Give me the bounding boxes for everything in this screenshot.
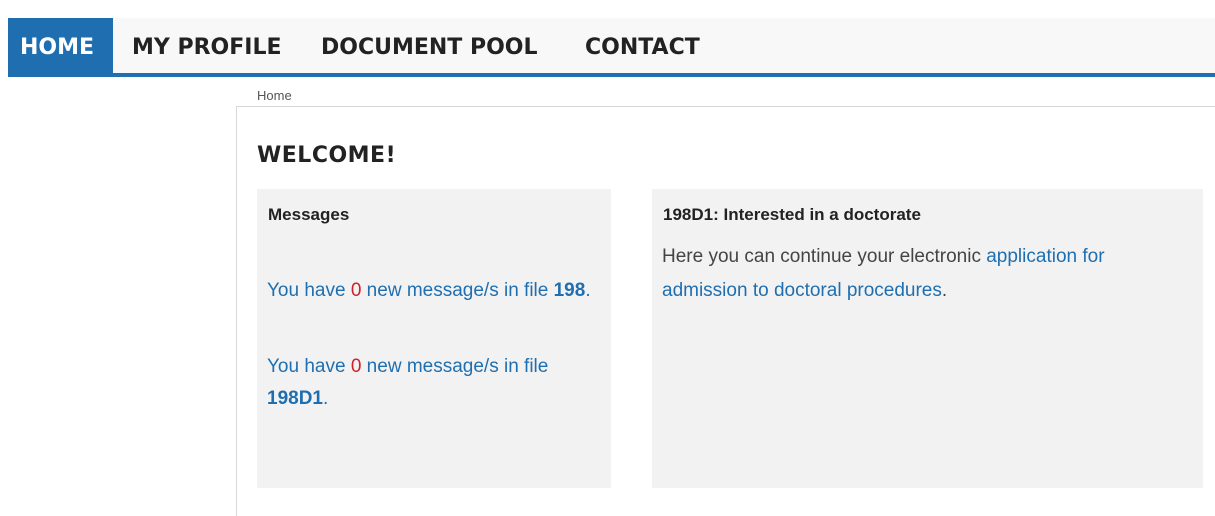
- message-line: You have 0 new message/s in file 198.: [267, 275, 597, 307]
- nav-contact[interactable]: CONTACT: [585, 18, 700, 73]
- file-link-198[interactable]: 198: [554, 280, 586, 301]
- message-count: 0: [350, 280, 362, 301]
- message-middle: new message/s in file: [361, 356, 549, 377]
- message-suffix: .: [585, 280, 591, 301]
- nav-home[interactable]: HOME: [8, 18, 113, 73]
- message-count: 0: [350, 356, 362, 377]
- nav-underline: [8, 73, 1215, 77]
- nav-my-profile[interactable]: MY PROFILE: [132, 18, 282, 73]
- doctorate-panel: 198D1: Interested in a doctorate Here yo…: [652, 189, 1203, 488]
- message-suffix: .: [323, 388, 329, 409]
- doctorate-title: 198D1: Interested in a doctorate: [663, 205, 921, 224]
- message-line: You have 0 new message/s in file 198D1.: [267, 351, 597, 415]
- message-prefix: You have: [267, 356, 351, 377]
- breadcrumb[interactable]: Home: [257, 88, 292, 103]
- nav-document-pool[interactable]: DOCUMENT POOL: [321, 18, 538, 73]
- top-strip: [0, 0, 1215, 12]
- doctorate-text-before: Here you can continue your electronic: [662, 246, 987, 267]
- file-link-198d1[interactable]: 198D1: [267, 388, 323, 409]
- message-prefix: You have: [267, 280, 351, 301]
- message-middle: new message/s in file: [361, 280, 554, 301]
- page-title: WELCOME!: [257, 143, 397, 168]
- doctorate-text: Here you can continue your electronic ap…: [662, 240, 1182, 308]
- doctorate-text-after: .: [941, 280, 948, 301]
- messages-panel: Messages You have 0 new message/s in fil…: [257, 189, 611, 488]
- messages-title: Messages: [268, 205, 350, 224]
